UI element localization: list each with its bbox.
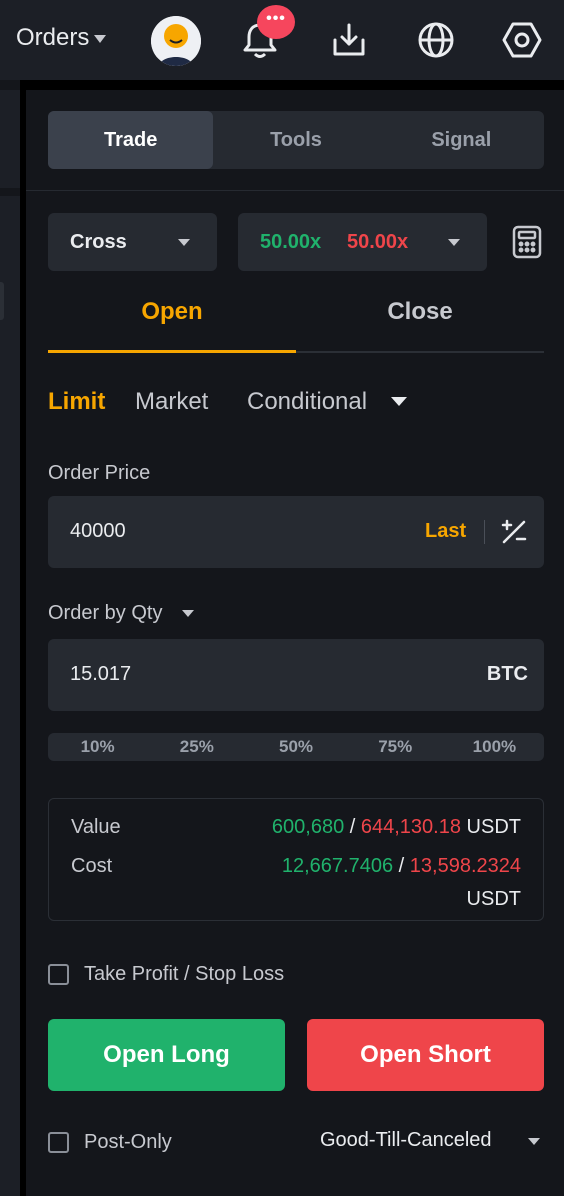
last-price-button[interactable]: Last (425, 520, 466, 543)
chevron-down-icon (448, 239, 460, 246)
active-tab-indicator (48, 350, 296, 353)
order-qty-value[interactable]: 15.017 (70, 663, 131, 686)
order-price-input[interactable]: 40000 Last (48, 496, 544, 568)
percentage-selector: 10% 25% 50% 75% 100% (48, 733, 544, 761)
panel-tabs: Trade Tools Signal (48, 111, 544, 169)
leverage-short: 50.00x (347, 231, 409, 253)
value-amounts: 600,680 / 644,130.18 USDT (272, 816, 521, 839)
left-panel-header (0, 90, 20, 188)
percent-10[interactable]: 10% (48, 733, 147, 761)
chevron-down-icon[interactable] (391, 397, 407, 406)
leverage-long: 50.00x (260, 231, 322, 253)
tpsl-checkbox[interactable] (48, 964, 69, 985)
calculator-icon[interactable] (510, 225, 544, 259)
tab-signal[interactable]: Signal (379, 111, 544, 169)
value-long: 600,680 (271, 816, 345, 838)
cost-long: 12,667.7406 (281, 855, 394, 877)
value-unit: USDT (466, 816, 521, 838)
order-qty-label[interactable]: Order by Qty (48, 602, 162, 625)
order-qty-unit: BTC (486, 663, 528, 685)
chevron-down-icon[interactable] (528, 1138, 540, 1145)
order-type-limit[interactable]: Limit (48, 388, 105, 416)
chevron-down-icon (178, 239, 190, 246)
leverage-select[interactable]: 50.00x 50.00x (238, 213, 487, 271)
value-separator: / (349, 816, 356, 838)
divider (26, 190, 564, 191)
tab-open[interactable]: Open (48, 298, 296, 326)
value-label: Value (71, 816, 121, 838)
tab-close[interactable]: Close (296, 298, 544, 326)
percent-50[interactable]: 50% (246, 733, 345, 761)
tab-trade[interactable]: Trade (48, 111, 214, 169)
settings-icon[interactable] (502, 20, 542, 60)
order-price-value[interactable]: 40000 (70, 520, 126, 543)
left-panel-body (0, 196, 20, 1196)
order-qty-input[interactable]: 15.017 BTC (48, 639, 544, 711)
notification-badge: ••• (257, 5, 295, 39)
percent-75[interactable]: 75% (346, 733, 445, 761)
post-only-checkbox[interactable] (48, 1132, 69, 1153)
percent-25[interactable]: 25% (147, 733, 246, 761)
order-type-conditional[interactable]: Conditional (247, 388, 367, 416)
cost-separator: / (398, 855, 405, 877)
cost-amounts: 12,667.7406 / 13,598.2324 (282, 855, 521, 878)
open-short-button[interactable]: Open Short (307, 1019, 544, 1091)
order-price-label: Order Price (48, 462, 151, 484)
chevron-down-icon (94, 35, 107, 43)
chevron-down-icon[interactable] (182, 610, 194, 617)
orders-label: Orders (16, 24, 90, 51)
download-icon[interactable] (329, 20, 369, 60)
order-summary: Value 600,680 / 644,130.18 USDT Cost 12,… (48, 798, 544, 921)
open-long-button[interactable]: Open Long (48, 1019, 285, 1091)
post-only-label[interactable]: Post-Only (84, 1131, 172, 1154)
cost-short: 13,598.2324 (409, 855, 521, 877)
margin-mode-select[interactable]: Cross (48, 213, 217, 271)
tpsl-label[interactable]: Take Profit / Stop Loss (84, 963, 284, 986)
cost-unit: USDT (466, 888, 521, 910)
time-in-force-select[interactable]: Good-Till-Canceled (320, 1129, 492, 1152)
left-panel-tab[interactable] (0, 282, 4, 320)
cost-label: Cost (71, 855, 113, 877)
plus-minus-icon[interactable] (500, 518, 528, 546)
order-type-market[interactable]: Market (135, 388, 208, 416)
value-short: 644,130.18 (360, 816, 461, 838)
percent-100[interactable]: 100% (445, 733, 544, 761)
globe-icon[interactable] (416, 20, 456, 60)
orders-menu[interactable]: Orders (16, 24, 107, 52)
margin-mode-value: Cross (70, 231, 127, 253)
divider (484, 520, 485, 544)
avatar[interactable] (151, 16, 201, 66)
tab-tools[interactable]: Tools (213, 111, 378, 169)
